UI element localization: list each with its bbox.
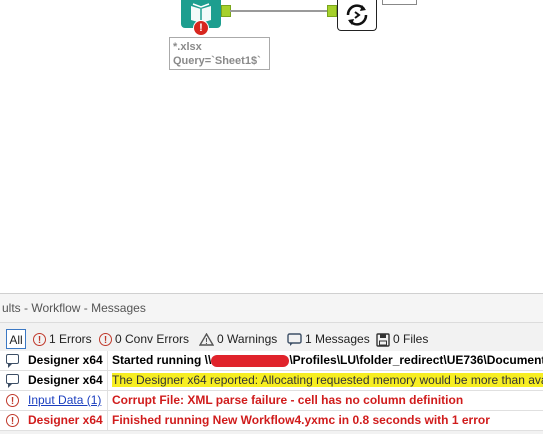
row-message-prefix: Started running \\	[112, 353, 212, 367]
annotation-line-1: *.xlsx	[173, 41, 202, 53]
table-row[interactable]: ! Designer x64 Finished running New Work…	[0, 411, 543, 431]
cycle-arrows-icon	[346, 4, 368, 26]
error-icon: !	[33, 333, 46, 347]
row-tool-name: Designer x64	[24, 351, 108, 370]
warning-icon: !	[199, 333, 214, 346]
conversion-error-icon: !	[99, 333, 112, 347]
input-data-tool-link[interactable]: Input Data (1)	[28, 393, 101, 407]
filter-warnings-label: 0 Warnings	[217, 332, 278, 346]
error-icon: !	[6, 394, 19, 407]
message-icon	[6, 354, 19, 368]
filter-conv-errors-button[interactable]: ! 0 Conv Errors	[99, 329, 189, 349]
results-panel: ults - Workflow - Messages All ! 1 Errors…	[0, 293, 543, 434]
row-message-suffix: \Profiles\LU\folder_redirect\UE736\Docum…	[289, 353, 543, 367]
filter-errors-button[interactable]: ! 1 Errors	[33, 329, 92, 349]
row-message: Corrupt File: XML parse failure - cell h…	[112, 393, 464, 407]
row-tool-name: Designer x64	[24, 371, 108, 390]
table-row[interactable]: Designer x64 Started running \\ \Profiles…	[0, 351, 543, 371]
table-row[interactable]: Designer x64 The Designer x64 reported: …	[0, 371, 543, 391]
tool-annotation: *.xlsx Query=`Sheet1$`	[169, 37, 270, 70]
svg-text:!: !	[205, 337, 208, 346]
filter-warnings-button[interactable]: ! 0 Warnings	[199, 329, 277, 349]
error-icon: !	[6, 414, 19, 427]
filter-errors-label: 1 Errors	[49, 332, 92, 346]
dynamic-tool[interactable]	[337, 0, 377, 31]
filter-files-button[interactable]: 0 Files	[376, 329, 428, 349]
filter-files-label: 0 Files	[393, 332, 429, 346]
input-anchor[interactable]	[327, 5, 337, 17]
row-tool-link-cell: Input Data (1)	[24, 391, 108, 410]
filter-messages-label: 1 Messages	[305, 332, 370, 346]
redaction-scribble	[211, 354, 290, 367]
partial-tool[interactable]	[382, 0, 417, 5]
save-disk-icon	[376, 333, 390, 347]
message-icon	[287, 333, 302, 346]
row-message: Started running \\ \Profiles\LU\folder_re…	[108, 351, 543, 370]
tool-error-badge: !	[193, 20, 209, 36]
row-message: The Designer x64 reported: Allocating re…	[108, 371, 543, 390]
row-message: Finished running New Workflow4.yxmc in 0…	[112, 413, 490, 427]
row-tool-name: Designer x64	[24, 411, 108, 430]
annotation-line-2: Query=`Sheet1$`	[173, 55, 261, 67]
workflow-canvas[interactable]: ! *.xlsx Query=`Sheet1$`	[0, 0, 543, 293]
filter-conv-errors-label: 0 Conv Errors	[115, 332, 190, 346]
filter-bar: All ! 1 Errors ! 0 Conv Errors ! 0 Warning…	[0, 329, 543, 349]
panel-title: ults - Workflow - Messages	[0, 294, 543, 323]
filter-messages-button[interactable]: 1 Messages	[287, 329, 370, 349]
table-row[interactable]: ! Input Data (1) Corrupt File: XML parse…	[0, 391, 543, 411]
message-icon	[6, 374, 19, 388]
connection-line	[230, 10, 327, 12]
filter-all-button[interactable]: All	[6, 329, 26, 349]
row-message-highlighted: The Designer x64 reported: Allocating re…	[112, 373, 543, 387]
